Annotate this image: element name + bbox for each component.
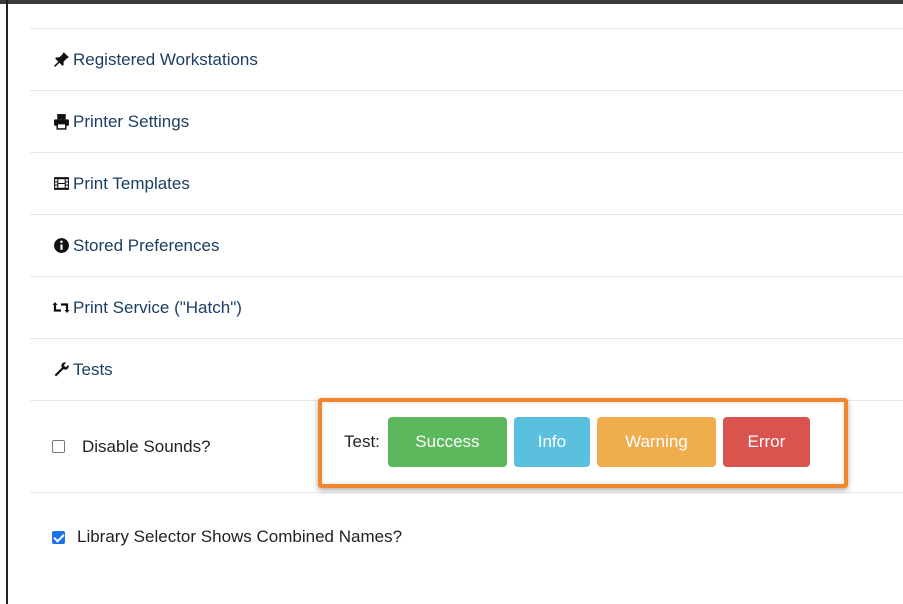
library-selector-label[interactable]: Library Selector Shows Combined Names? bbox=[77, 527, 402, 547]
menu-item-tests[interactable]: Tests bbox=[30, 338, 903, 400]
settings-list: Registered Workstations Printer Settings… bbox=[30, 28, 903, 592]
window-left-border bbox=[6, 0, 8, 604]
sound-test-highlight: Test: Success Info Warning Error bbox=[318, 398, 848, 488]
test-error-button[interactable]: Error bbox=[722, 417, 810, 467]
library-selector-row: Library Selector Shows Combined Names? bbox=[30, 492, 903, 592]
menu-item-label: Tests bbox=[73, 359, 113, 379]
test-success-button[interactable]: Success bbox=[387, 417, 507, 467]
sound-test-group: Test: Success Info Warning Error bbox=[344, 417, 817, 467]
disable-sounds-label[interactable]: Disable Sounds? bbox=[82, 437, 211, 457]
library-selector-checkbox[interactable] bbox=[52, 531, 65, 544]
film-icon bbox=[52, 175, 70, 193]
menu-item-printer-settings[interactable]: Printer Settings bbox=[30, 90, 903, 152]
retweet-icon bbox=[52, 299, 70, 317]
test-warning-button[interactable]: Warning bbox=[596, 417, 716, 467]
menu-item-label: Print Service ("Hatch") bbox=[73, 297, 242, 317]
menu-item-stored-preferences[interactable]: Stored Preferences bbox=[30, 214, 903, 276]
test-info-button[interactable]: Info bbox=[513, 417, 590, 467]
disable-sounds-checkbox[interactable] bbox=[52, 440, 65, 453]
window-top-border bbox=[0, 0, 903, 4]
info-circle-icon bbox=[52, 237, 70, 255]
menu-item-label: Registered Workstations bbox=[73, 49, 258, 69]
pushpin-icon bbox=[52, 51, 70, 69]
menu-item-print-templates[interactable]: Print Templates bbox=[30, 152, 903, 214]
disable-sounds-row: Disable Sounds? Test: Success Info Warni… bbox=[30, 398, 903, 492]
menu-item-registered-workstations[interactable]: Registered Workstations bbox=[30, 28, 903, 90]
menu-item-label: Stored Preferences bbox=[73, 235, 220, 255]
menu-item-label: Print Templates bbox=[73, 173, 190, 193]
menu-item-label: Printer Settings bbox=[73, 111, 190, 131]
wrench-icon bbox=[52, 361, 70, 379]
menu-item-print-service[interactable]: Print Service ("Hatch") bbox=[30, 276, 903, 338]
test-label: Test: bbox=[344, 432, 380, 451]
printer-icon bbox=[52, 113, 70, 131]
